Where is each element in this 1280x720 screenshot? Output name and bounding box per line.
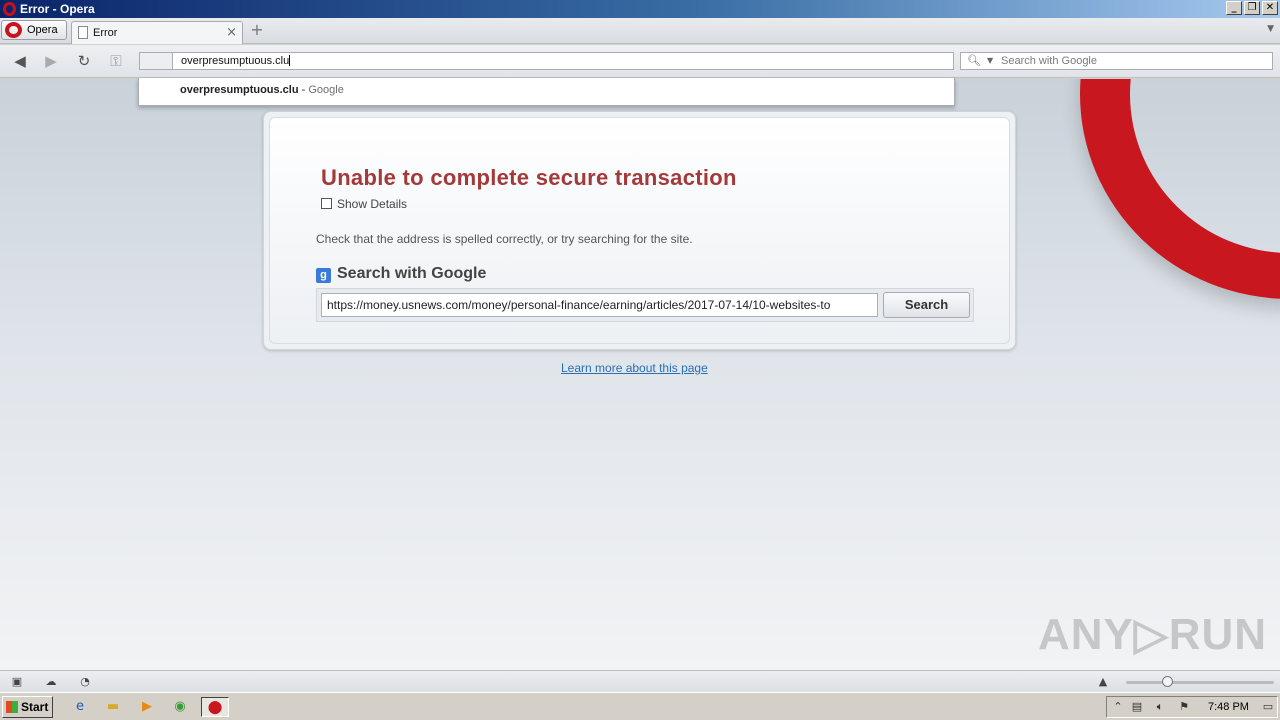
opera-taskbar-icon[interactable]: ⬤ (201, 697, 229, 717)
search-engine-dropdown-icon[interactable]: ▼ (987, 53, 993, 69)
tab-error[interactable]: Error × (71, 21, 243, 44)
anyrun-watermark: ANY▷RUN (1038, 610, 1268, 659)
folder-icon[interactable]: ▬ (102, 697, 124, 717)
search-box[interactable]: 🔍︎ ▼ Search with Google (960, 52, 1273, 70)
action-center-flag-icon[interactable]: ⚑ (1177, 700, 1191, 714)
tab-close-icon[interactable]: × (226, 22, 237, 44)
opera-menu-label: Opera (27, 24, 58, 36)
text-caret (289, 55, 291, 66)
show-details-toggle[interactable]: Show Details (321, 197, 407, 211)
google-search-form: https://money.usnews.com/money/personal-… (316, 288, 974, 322)
media-player-icon[interactable]: ▶ (136, 697, 158, 717)
address-value: overpresumptuous.clu (181, 55, 290, 67)
zoom-slider-track[interactable] (1126, 681, 1274, 684)
turbo-gauge-icon[interactable]: ◔ (77, 674, 93, 689)
show-details-label: Show Details (337, 197, 408, 211)
key-icon[interactable]: ⚿ (105, 51, 127, 71)
show-desktop-icon[interactable]: ▭ (1261, 700, 1275, 714)
window-controls: _ ❐ ✕ (1226, 1, 1278, 15)
reload-icon[interactable]: ↻ (73, 51, 95, 71)
window-title-bar: Error - Opera _ ❐ ✕ (0, 0, 1280, 18)
chrome-icon[interactable]: ◉ (169, 697, 191, 717)
address-suggestion[interactable]: overpresumptuous.clu - Google (138, 78, 955, 106)
google-search-button[interactable]: Search (883, 292, 970, 318)
back-arrow-icon[interactable]: ◀ (9, 51, 31, 71)
tab-list-chevron-icon[interactable]: ▼ (1267, 24, 1274, 34)
start-button[interactable]: Start (2, 696, 53, 718)
system-tray: ⌃ ▤ 🔈︎ ⚑ 7:48 PM ▭ (1106, 696, 1278, 718)
search-placeholder: Search with Google (1001, 55, 1097, 67)
start-label: Start (21, 700, 49, 714)
opera-menu-button[interactable]: Opera (1, 20, 67, 40)
windows-taskbar: Start e ▬ ▶ ◉ ⬤ ⌃ ▤ 🔈︎ ⚑ 7:48 PM ▭ (0, 692, 1280, 720)
error-card: Unable to complete secure transaction Sh… (263, 111, 1016, 350)
address-site-icon-box (139, 52, 173, 70)
google-icon: g (316, 268, 331, 283)
zoom-arrow-icon[interactable]: ▲ (1095, 674, 1111, 689)
tab-label: Error (93, 27, 118, 39)
search-icon: 🔍︎ (967, 54, 981, 67)
error-title: Unable to complete secure transaction (321, 165, 737, 190)
minimize-button[interactable]: _ (1226, 1, 1242, 15)
google-search-heading: g Search with Google (316, 265, 486, 283)
navigation-toolbar: ◀ ▶ ↻ ⚿ overpresumptuous.clu 🔍︎ ▼ Search… (0, 45, 1280, 78)
panel-toggle-icon[interactable]: ▣ (9, 674, 25, 689)
forward-arrow-icon[interactable]: ▶ (40, 51, 62, 71)
opera-background-logo (1080, 79, 1280, 299)
suggestion-source: Google (308, 84, 344, 96)
google-search-input[interactable]: https://money.usnews.com/money/personal-… (321, 293, 878, 317)
volume-icon[interactable]: 🔈︎ (1153, 700, 1167, 714)
network-icon[interactable]: ▤ (1130, 700, 1144, 714)
new-tab-icon[interactable]: + (249, 22, 265, 38)
windows-flag-icon (6, 701, 18, 713)
google-search-heading-text: Search with Google (337, 265, 487, 282)
opera-logo-icon (3, 2, 16, 16)
close-button[interactable]: ✕ (1262, 1, 1278, 15)
window-title: Error - Opera (20, 2, 95, 16)
opera-unite-cloud-icon[interactable]: ☁ (43, 674, 59, 689)
taskbar-clock[interactable]: 7:48 PM (1208, 697, 1249, 717)
internet-explorer-icon[interactable]: e (69, 697, 91, 717)
error-hint: Check that the address is spelled correc… (316, 232, 693, 246)
address-bar[interactable]: overpresumptuous.clu (172, 52, 954, 70)
suggestion-text: overpresumptuous.clu (180, 84, 299, 96)
status-bar: ▣ ☁ ◔ ▲ (0, 670, 1280, 692)
tab-strip: Opera Error × + ▼ (0, 18, 1280, 44)
zoom-slider-handle[interactable] (1162, 676, 1174, 687)
opera-o-icon (5, 22, 22, 38)
learn-more-link[interactable]: Learn more about this page (561, 361, 708, 375)
restore-button[interactable]: ❐ (1244, 1, 1260, 15)
document-icon (78, 26, 88, 39)
page-content: Unable to complete secure transaction Sh… (0, 79, 1280, 670)
show-hidden-icons-icon[interactable]: ⌃ (1111, 700, 1125, 714)
suggestion-separator: - (298, 84, 309, 96)
show-details-checkbox[interactable] (321, 198, 332, 209)
error-card-inner: Unable to complete secure transaction Sh… (269, 117, 1010, 344)
